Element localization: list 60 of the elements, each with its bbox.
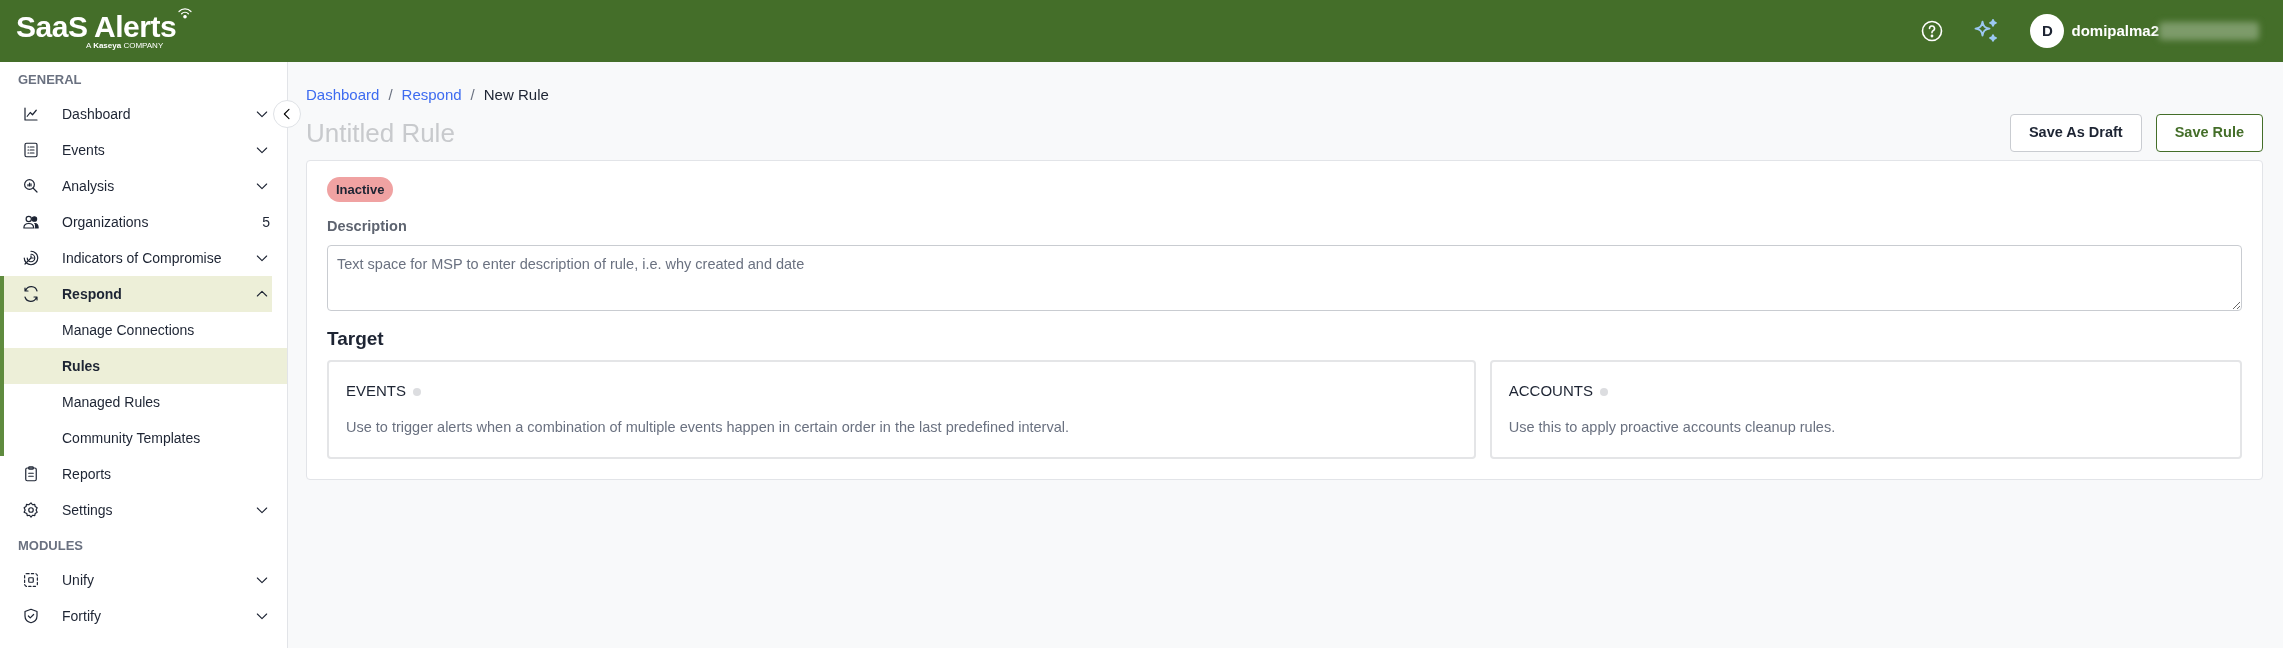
sidebar-item-label: Events — [62, 140, 106, 160]
sidebar-subitem[interactable]: Rules — [4, 348, 287, 384]
brand-tagline: A Kaseya COMPANY — [86, 42, 165, 50]
sidebar-item[interactable]: Events — [0, 132, 272, 168]
sidebar-item[interactable]: Respond — [4, 276, 272, 312]
target-title: ACCOUNTS — [1508, 381, 1593, 402]
sidebar-item[interactable]: Reports — [0, 456, 272, 492]
dashed-square-icon — [22, 571, 40, 589]
shield-icon — [22, 607, 40, 625]
sidebar-item-label: Organizations — [62, 212, 150, 232]
target-option-card[interactable]: EVENTS Use to trigger alerts when a combination of multiple events happen in certain order in the last predefined interval. — [327, 360, 1476, 459]
section-heading: GENERAL — [17, 71, 83, 90]
sidebar-item-label: Indicators of Compromise — [62, 248, 223, 268]
sidebar-subitem[interactable]: Manage Connections — [4, 312, 287, 348]
chart-icon — [22, 105, 40, 123]
section-heading: MODULES — [17, 537, 84, 556]
sidebar-item-label: Analysis — [62, 176, 116, 196]
sidebar-item-label: Respond — [62, 284, 123, 304]
target-description: Use to trigger alerts when a combination of multiple events happen in certain order in the last predefined interval. — [346, 417, 1070, 437]
sidebar-item[interactable]: Analysis — [0, 168, 272, 204]
target-option-card[interactable]: ACCOUNTS Use this to apply proactive accounts cleanup rules. — [1489, 360, 2242, 459]
field-label: Description — [327, 217, 408, 236]
target-icon — [22, 249, 40, 267]
sidebar-item-label: Reports — [62, 464, 113, 484]
sidebar-subitem[interactable]: Community Templates — [4, 420, 287, 456]
search-chart-icon — [22, 177, 40, 195]
status-pill: Inactive — [327, 176, 394, 202]
list-icon — [22, 141, 40, 159]
draft-button[interactable]: Save As Draft — [2009, 114, 2142, 152]
clipboard-icon — [22, 465, 40, 483]
collapse-button[interactable] — [273, 100, 301, 128]
breadcrumb-link[interactable]: Dashboard — [306, 84, 380, 107]
sidebar-item[interactable]: Fortify — [0, 598, 272, 634]
breadcrumb-link[interactable]: Respond — [401, 84, 462, 107]
sidebar-item-label: Settings — [62, 500, 114, 520]
save-button[interactable]: Save Rule — [2155, 114, 2263, 152]
description-field[interactable]: Text space for MSP to enter description of rule, i.e. why created and date — [327, 244, 2242, 311]
sidebar-item[interactable]: Indicators of Compromise — [0, 240, 272, 276]
breadcrumb-separator: / — [388, 85, 393, 105]
breadcrumb-current: New Rule — [483, 85, 549, 105]
people-icon — [22, 213, 40, 231]
help-icon[interactable] — [1920, 19, 1945, 43]
sidebar-item[interactable]: Settings — [0, 492, 272, 528]
breadcrumb-separator: / — [470, 85, 475, 105]
target-title: EVENTS — [346, 381, 406, 402]
sidebar-item-label: Unify — [62, 570, 95, 590]
section-title: Target — [327, 326, 385, 351]
user-avatar[interactable]: D — [2030, 14, 2065, 48]
sidebar-item-label: Dashboard — [62, 104, 132, 124]
gear-icon — [22, 501, 40, 519]
sidebar-item[interactable]: Organizations 5 — [0, 204, 272, 240]
sidebar-item[interactable]: Unify — [0, 562, 272, 598]
sidebar-item-label: Fortify — [62, 606, 102, 626]
item-count: 5 — [262, 212, 270, 232]
user-name: domipalma2 — [2071, 20, 2159, 41]
target-description: Use this to apply proactive accounts cleanup rules. — [1508, 417, 1837, 437]
refresh-icon — [22, 285, 40, 303]
sidebar-item[interactable]: Dashboard — [0, 96, 272, 132]
brand-name: SaaS Alerts — [16, 12, 177, 42]
sidebar-subitem[interactable]: Managed Rules — [4, 384, 287, 420]
